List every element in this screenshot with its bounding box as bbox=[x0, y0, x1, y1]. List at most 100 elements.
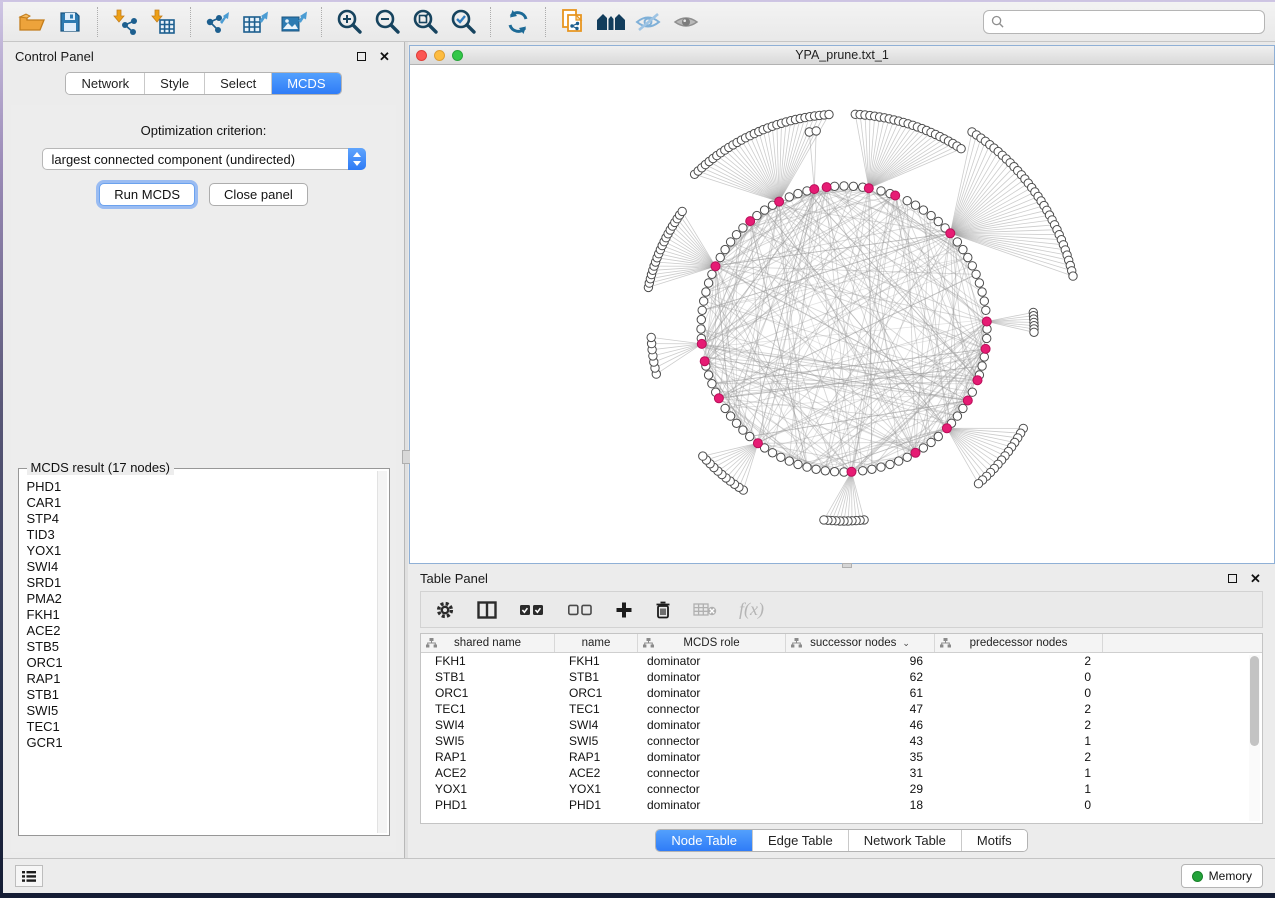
graph-hub-node[interactable] bbox=[753, 439, 762, 448]
graph-hub-node[interactable] bbox=[822, 183, 831, 192]
graph-leaf-node[interactable] bbox=[699, 452, 707, 460]
mcds-result-item[interactable]: SWI4 bbox=[27, 559, 376, 575]
import-table-button[interactable] bbox=[144, 6, 182, 38]
zoom-in-button[interactable] bbox=[330, 6, 368, 38]
graph-hub-node[interactable] bbox=[847, 467, 856, 476]
graph-node[interactable] bbox=[716, 253, 724, 261]
table-row[interactable]: ORC1ORC1dominator610 bbox=[421, 685, 1262, 701]
graph-node[interactable] bbox=[739, 426, 747, 434]
add-button[interactable] bbox=[615, 601, 633, 619]
graph-node[interactable] bbox=[785, 193, 793, 201]
graph-node[interactable] bbox=[794, 460, 802, 468]
graph-node[interactable] bbox=[721, 245, 729, 253]
open-file-button[interactable] bbox=[13, 6, 51, 38]
table-row[interactable]: FKH1FKH1dominator962 bbox=[421, 653, 1262, 669]
export-image-button[interactable] bbox=[275, 6, 313, 38]
tab-network-table[interactable]: Network Table bbox=[849, 830, 962, 851]
graph-leaf-node[interactable] bbox=[1030, 328, 1038, 336]
zoom-out-button[interactable] bbox=[368, 6, 406, 38]
graph-node[interactable] bbox=[785, 457, 793, 465]
graph-node[interactable] bbox=[975, 279, 983, 287]
horizontal-splitter-grip[interactable] bbox=[842, 563, 852, 568]
graph-node[interactable] bbox=[849, 182, 857, 190]
search-input[interactable] bbox=[1009, 15, 1257, 29]
table-row[interactable]: SWI5SWI5connector431 bbox=[421, 733, 1262, 749]
mcds-result-list[interactable]: PHD1CAR1STP4TID3YOX1SWI4SRD1PMA2FKH1ACE2… bbox=[22, 472, 376, 832]
graph-node[interactable] bbox=[903, 197, 911, 205]
memory-button[interactable]: Memory bbox=[1181, 864, 1263, 888]
criterion-dropdown[interactable]: largest connected component (undirected) bbox=[42, 148, 366, 170]
run-mcds-button[interactable]: Run MCDS bbox=[99, 183, 195, 206]
clone-network-button[interactable] bbox=[554, 6, 592, 38]
mcds-result-item[interactable]: GCR1 bbox=[27, 735, 376, 751]
close-panel-button[interactable]: ✕ bbox=[377, 49, 392, 64]
graph-node[interactable] bbox=[978, 288, 986, 296]
apply-layout-button[interactable] bbox=[499, 6, 537, 38]
function-builder-button[interactable]: f(x) bbox=[739, 599, 764, 620]
network-window-titlebar[interactable]: YPA_prune.txt_1 bbox=[410, 46, 1274, 65]
graph-node[interactable] bbox=[803, 463, 811, 471]
mcds-result-item[interactable]: PHD1 bbox=[27, 479, 376, 495]
graph-leaf-node[interactable] bbox=[825, 110, 833, 118]
graph-node[interactable] bbox=[934, 432, 942, 440]
graph-leaf-node[interactable] bbox=[974, 480, 982, 488]
graph-node[interactable] bbox=[777, 453, 785, 461]
graph-hub-node[interactable] bbox=[714, 394, 723, 403]
graph-node[interactable] bbox=[702, 288, 710, 296]
mcds-result-item[interactable]: STB5 bbox=[27, 639, 376, 655]
graph-hub-node[interactable] bbox=[775, 197, 784, 206]
graph-node[interactable] bbox=[903, 453, 911, 461]
float-panel-button[interactable] bbox=[354, 49, 369, 64]
tab-style[interactable]: Style bbox=[145, 73, 205, 94]
export-network-button[interactable] bbox=[199, 6, 237, 38]
network-canvas[interactable] bbox=[410, 65, 1274, 563]
graph-node[interactable] bbox=[732, 419, 740, 427]
column-header-name[interactable]: name bbox=[555, 634, 638, 652]
mcds-result-item[interactable]: SRD1 bbox=[27, 575, 376, 591]
graph-leaf-node[interactable] bbox=[647, 333, 655, 341]
select-all-button[interactable] bbox=[519, 603, 545, 617]
graph-node[interactable] bbox=[911, 201, 919, 209]
task-history-button[interactable] bbox=[15, 865, 43, 887]
mcds-result-item[interactable]: FKH1 bbox=[27, 607, 376, 623]
graph-leaf-node[interactable] bbox=[678, 207, 686, 215]
graph-hub-node[interactable] bbox=[810, 185, 819, 194]
graph-node[interactable] bbox=[830, 182, 838, 190]
graph-node[interactable] bbox=[919, 206, 927, 214]
graph-hub-node[interactable] bbox=[981, 344, 990, 353]
graph-hub-node[interactable] bbox=[746, 217, 755, 226]
graph-node[interactable] bbox=[927, 211, 935, 219]
graph-node[interactable] bbox=[726, 412, 734, 420]
graph-node[interactable] bbox=[830, 468, 838, 476]
graph-leaf-node[interactable] bbox=[820, 516, 828, 524]
graph-node[interactable] bbox=[968, 262, 976, 270]
graph-hub-node[interactable] bbox=[946, 229, 955, 238]
graph-hub-node[interactable] bbox=[963, 396, 972, 405]
graph-hub-node[interactable] bbox=[982, 317, 991, 326]
graph-node[interactable] bbox=[840, 182, 848, 190]
column-header-MCDS-role[interactable]: MCDS role bbox=[638, 634, 786, 652]
table-scrollbar-thumb[interactable] bbox=[1250, 656, 1259, 746]
mcds-result-item[interactable]: RAP1 bbox=[27, 671, 376, 687]
close-mcds-panel-button[interactable]: Close panel bbox=[209, 183, 308, 206]
graph-node[interactable] bbox=[980, 353, 988, 361]
graph-hub-node[interactable] bbox=[973, 376, 982, 385]
tab-motifs[interactable]: Motifs bbox=[962, 830, 1027, 851]
mcds-result-item[interactable]: STB1 bbox=[27, 687, 376, 703]
graph-node[interactable] bbox=[721, 404, 729, 412]
graph-node[interactable] bbox=[821, 467, 829, 475]
save-session-button[interactable] bbox=[51, 6, 89, 38]
table-row[interactable]: SWI4SWI4dominator462 bbox=[421, 717, 1262, 733]
mcds-result-item[interactable]: TID3 bbox=[27, 527, 376, 543]
tab-edge-table[interactable]: Edge Table bbox=[753, 830, 849, 851]
graph-node[interactable] bbox=[983, 334, 991, 342]
column-header-shared-name[interactable]: shared name bbox=[421, 634, 555, 652]
graph-node[interactable] bbox=[794, 189, 802, 197]
delete-table-button[interactable] bbox=[693, 602, 717, 617]
graph-hub-node[interactable] bbox=[711, 262, 720, 271]
close-table-panel-button[interactable]: ✕ bbox=[1248, 571, 1263, 586]
table-row[interactable]: ACE2ACE2connector311 bbox=[421, 765, 1262, 781]
mcds-result-item[interactable]: SWI5 bbox=[27, 703, 376, 719]
import-network-button[interactable] bbox=[106, 6, 144, 38]
graph-node[interactable] bbox=[886, 460, 894, 468]
